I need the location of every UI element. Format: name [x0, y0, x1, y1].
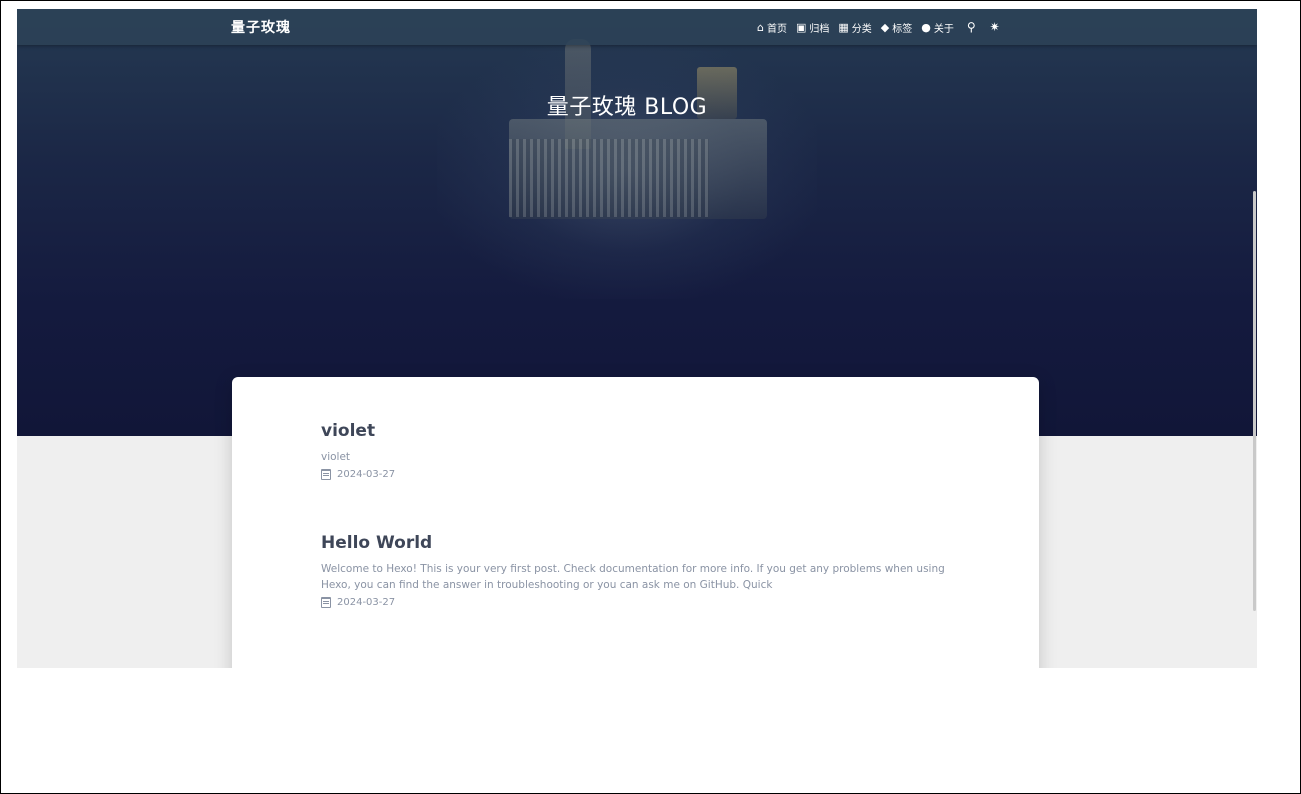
- screen-frame: 量子玫瑰 BLOG 量子玫瑰 ⌂ 首页 ▣ 归档 ▦ 分类 ◆ 标签 ● 关于 …: [0, 0, 1301, 794]
- nav-item-label: 分类: [851, 23, 872, 35]
- calendar-icon: [321, 597, 331, 608]
- post-date: 2024-03-27: [321, 469, 961, 480]
- nav-item-tags[interactable]: ◆ 标签: [881, 20, 912, 35]
- nav-item-label: 标签: [892, 23, 913, 35]
- nav-item-label: 关于: [933, 23, 954, 35]
- hero-ship-containers: [509, 139, 709, 217]
- nav-item-archive[interactable]: ▣ 归档: [796, 20, 829, 35]
- post-date-text: 2024-03-27: [337, 469, 396, 480]
- nav-item-about[interactable]: ● 关于: [921, 20, 954, 35]
- post-excerpt: violet: [321, 451, 351, 463]
- top-navbar: 量子玫瑰 ⌂ 首页 ▣ 归档 ▦ 分类 ◆ 标签 ● 关于 ⚲ ✷: [17, 9, 1257, 45]
- theme-toggle-icon[interactable]: ✷: [990, 21, 1000, 33]
- search-icon[interactable]: ⚲: [967, 21, 976, 33]
- post-title-link[interactable]: violet: [321, 421, 961, 441]
- nav-item-categories[interactable]: ▦ 分类: [838, 20, 871, 35]
- site-title: 量子玫瑰 BLOG: [546, 95, 708, 120]
- hero-banner: 量子玫瑰 BLOG: [17, 9, 1257, 436]
- page-scrollbar[interactable]: [1253, 191, 1256, 611]
- nav-item-label: 首页: [766, 23, 787, 35]
- post-excerpt: Welcome to Hexo! This is your very first…: [321, 563, 945, 591]
- post-list-card: violet violet 2024-03-27 Hello World Wel…: [232, 377, 1039, 668]
- post-date-text: 2024-03-27: [337, 597, 396, 608]
- post-item: violet violet 2024-03-27: [321, 421, 961, 480]
- tags-icon: ◆: [880, 20, 890, 34]
- nav-menu: ⌂ 首页 ▣ 归档 ▦ 分类 ◆ 标签 ● 关于 ⚲ ✷: [757, 9, 1010, 45]
- post-item: Hello World Welcome to Hexo! This is you…: [321, 533, 961, 608]
- nav-item-label: 归档: [809, 23, 830, 35]
- post-date: 2024-03-27: [321, 597, 961, 608]
- archive-icon: ▣: [795, 20, 807, 34]
- calendar-icon: [321, 469, 331, 480]
- user-icon: ●: [921, 20, 931, 34]
- nav-item-home[interactable]: ⌂ 首页: [757, 20, 787, 35]
- categories-icon: ▦: [838, 20, 849, 34]
- post-title-link[interactable]: Hello World: [321, 533, 961, 553]
- brand-logo-text[interactable]: 量子玫瑰: [231, 17, 291, 37]
- browser-viewport: 量子玫瑰 BLOG 量子玫瑰 ⌂ 首页 ▣ 归档 ▦ 分类 ◆ 标签 ● 关于 …: [17, 9, 1257, 668]
- home-icon: ⌂: [757, 20, 764, 34]
